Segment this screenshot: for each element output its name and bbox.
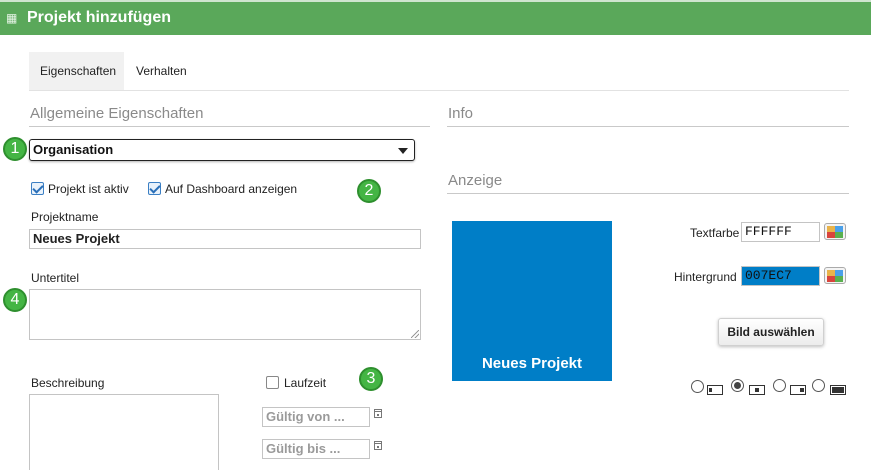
section-divider-display	[447, 193, 849, 194]
section-title-display: Anzeige	[448, 172, 503, 189]
subtitle-label: Untertitel	[31, 271, 80, 285]
badge-4: 4	[3, 288, 27, 312]
calendar-icon[interactable]	[374, 409, 382, 418]
layout-left-icon	[707, 385, 723, 395]
valid-to-input[interactable]: Gültig bis ...	[262, 439, 370, 459]
layout-full-icon	[830, 385, 846, 395]
projectname-label: Projektname	[31, 210, 99, 224]
window-title: Projekt hinzufügen	[27, 9, 171, 26]
runtime-checkbox[interactable]	[266, 376, 279, 389]
layout-right-icon	[790, 385, 806, 395]
calendar-icon[interactable]	[374, 441, 382, 450]
layout-radio-right[interactable]	[773, 379, 786, 392]
layout-radio-center[interactable]	[731, 379, 744, 392]
organisation-select[interactable]: Organisation	[29, 139, 415, 161]
color-picker-icon[interactable]	[824, 267, 846, 284]
resize-handle-icon[interactable]	[411, 330, 419, 338]
select-image-button[interactable]: Bild auswählen	[718, 318, 824, 346]
layout-center-icon	[749, 385, 765, 395]
badge-1: 1	[3, 137, 27, 161]
runtime-checkbox-label: Laufzeit	[284, 376, 327, 390]
section-divider-general	[29, 126, 430, 127]
dashboard-checkbox[interactable]	[148, 182, 161, 195]
valid-from-input[interactable]: Gültig von ...	[262, 407, 370, 427]
text-color-input[interactable]: FFFFFF	[741, 222, 820, 242]
chevron-down-icon	[398, 148, 408, 154]
section-title-general: Allgemeine Eigenschaften	[30, 105, 204, 122]
active-checkbox-label: Projekt ist aktiv	[48, 182, 129, 196]
organisation-select-value: Organisation	[33, 142, 114, 157]
title-bar: ▦ Projekt hinzufügen	[0, 0, 871, 35]
layout-radio-full[interactable]	[812, 379, 825, 392]
tab-eigenschaften[interactable]: Eigenschaften	[29, 52, 124, 90]
description-textarea[interactable]	[29, 394, 219, 470]
section-title-info: Info	[448, 105, 474, 122]
dashboard-checkbox-label: Auf Dashboard anzeigen	[165, 182, 298, 196]
color-picker-icon[interactable]	[824, 223, 846, 240]
project-preview-title: Neues Projekt	[481, 355, 583, 372]
background-color-label: Hintergrund	[674, 270, 737, 284]
tabs-divider	[29, 90, 849, 91]
layout-radio-left[interactable]	[691, 380, 704, 393]
subtitle-textarea[interactable]	[29, 289, 421, 340]
description-label: Beschreibung	[31, 376, 105, 390]
background-color-input[interactable]: 007EC7	[741, 266, 820, 286]
section-divider-info	[447, 126, 849, 127]
badge-3: 3	[359, 367, 383, 391]
text-color-label: Textfarbe	[690, 226, 740, 240]
badge-2: 2	[357, 179, 381, 203]
project-preview-tile: Neues Projekt	[452, 221, 612, 381]
tab-verhalten[interactable]: Verhalten	[125, 52, 198, 90]
window-menu-icon[interactable]: ▦	[6, 11, 18, 25]
projectname-input[interactable]: Neues Projekt	[29, 229, 421, 249]
active-checkbox[interactable]	[31, 182, 44, 195]
